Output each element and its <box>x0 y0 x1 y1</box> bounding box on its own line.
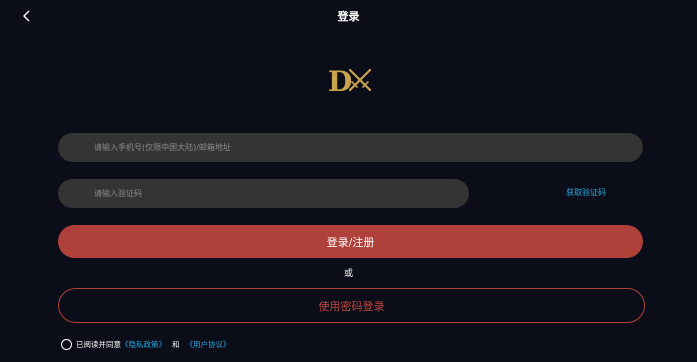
verification-code-field[interactable] <box>58 179 469 208</box>
agreement-and: 和 <box>172 339 180 349</box>
phone-email-field[interactable] <box>58 133 643 162</box>
password-login-button[interactable]: 使用密码登录 <box>58 288 645 323</box>
page-title: 登录 <box>337 10 360 23</box>
app-logo: D <box>328 65 374 98</box>
verification-code-input[interactable] <box>92 188 469 199</box>
crossed-swords-icon <box>348 68 372 92</box>
agreement-prefix: 已阅读并同意 <box>76 339 121 349</box>
privacy-policy-link[interactable]: 《隐私政策》 <box>121 339 166 350</box>
logo-letter: D <box>328 66 352 96</box>
agree-radio[interactable] <box>61 338 72 350</box>
login-register-button[interactable]: 登录/注册 <box>58 225 643 258</box>
or-divider-text: 或 <box>343 269 353 279</box>
phone-email-input[interactable] <box>92 142 643 153</box>
get-code-link[interactable]: 获取验证码 <box>548 187 624 198</box>
agreement-row: 已阅读并同意 《隐私政策》 和 《用户协议》 <box>61 337 231 351</box>
user-agreement-link[interactable]: 《用户协议》 <box>186 339 231 350</box>
